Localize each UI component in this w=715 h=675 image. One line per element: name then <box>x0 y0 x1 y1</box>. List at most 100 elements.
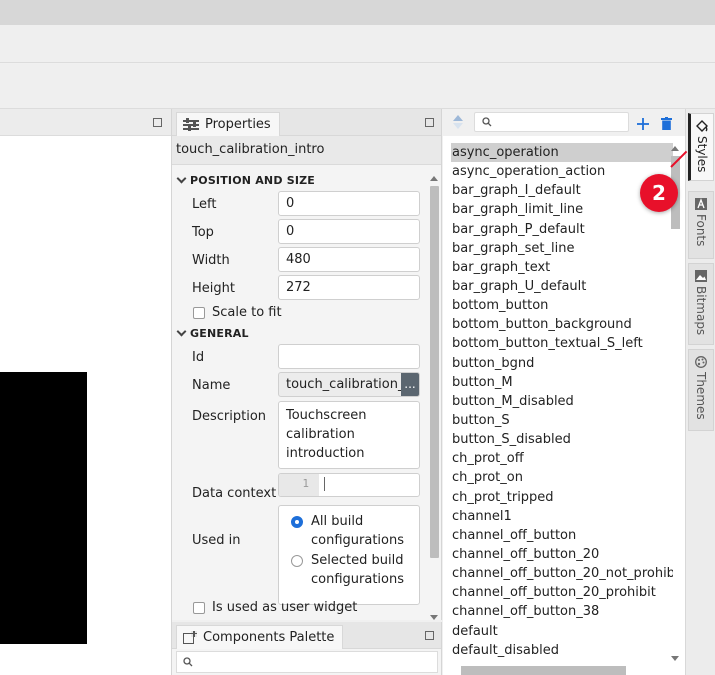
section-position-size[interactable]: POSITION AND SIZE <box>176 173 315 187</box>
section-general[interactable]: GENERAL <box>176 326 249 340</box>
style-list-item[interactable]: channel_off_button_38 <box>451 602 673 621</box>
section-title: GENERAL <box>190 327 249 340</box>
style-list-item[interactable]: button_S_disabled <box>451 430 673 449</box>
scroll-down-icon[interactable] <box>671 656 679 661</box>
top-label: Top <box>192 225 214 240</box>
user-widget-label: Is used as user widget <box>212 600 358 615</box>
style-list-item[interactable]: bottom_button_background <box>451 315 673 334</box>
image-icon <box>695 270 707 282</box>
used-in-group: All build configurations Selected build … <box>278 505 420 605</box>
style-list-item[interactable]: bottom_button <box>451 296 673 315</box>
id-field[interactable] <box>278 344 420 369</box>
scroll-up-icon[interactable] <box>671 146 679 151</box>
style-list-item[interactable]: bottom_button_textual_S_left <box>451 334 673 353</box>
style-list-item[interactable]: default_disabled <box>451 641 673 660</box>
tab-bitmaps[interactable]: Bitmaps <box>688 263 714 345</box>
tab-fonts[interactable]: Fonts <box>688 191 714 259</box>
styles-toolbar <box>443 109 685 136</box>
user-widget-checkbox[interactable] <box>193 602 205 614</box>
top-field[interactable]: 0 <box>278 219 420 244</box>
scroll-thumb[interactable] <box>430 186 439 558</box>
canvas-pane <box>0 109 172 675</box>
style-list-item[interactable]: ch_prot_off <box>451 449 673 468</box>
style-list-item[interactable]: channel1 <box>451 507 673 526</box>
style-list-item[interactable]: bar_graph_U_default <box>451 277 673 296</box>
palette-search-input[interactable] <box>176 651 438 673</box>
used-in-label: Used in <box>192 533 241 548</box>
data-context-label: Data context <box>192 486 277 501</box>
style-list-item[interactable]: channel_off_button_20_prohibit <box>451 583 673 602</box>
scale-to-fit-label: Scale to fit <box>212 305 282 320</box>
font-icon <box>695 198 707 210</box>
scroll-up-icon[interactable] <box>430 176 438 181</box>
all-configurations-radio[interactable] <box>291 516 303 528</box>
properties-scrollbar[interactable] <box>429 176 439 620</box>
chevron-down-icon <box>176 173 187 184</box>
delete-icon[interactable] <box>661 117 672 130</box>
style-list-item[interactable]: bar_graph_set_line <box>451 239 673 258</box>
add-component-icon <box>183 630 197 645</box>
tab-themes[interactable]: Themes <box>688 349 714 431</box>
height-label: Height <box>192 281 235 296</box>
sort-icon[interactable] <box>452 114 464 130</box>
side-tab-bar: Styles Fonts Bitmaps Themes <box>685 109 715 675</box>
search-icon <box>482 117 492 127</box>
styles-horizontal-scrollbar[interactable] <box>461 666 626 675</box>
all-configurations-label: All build configurations <box>311 514 405 548</box>
search-icon <box>183 657 193 667</box>
sliders-icon <box>183 118 199 131</box>
tab-fonts-label: Fonts <box>694 214 708 247</box>
id-label: Id <box>192 350 205 365</box>
tab-bitmaps-label: Bitmaps <box>694 286 708 336</box>
description-field[interactable]: Touchscreen calibration introduction <box>278 401 420 469</box>
tab-components-palette[interactable]: Components Palette <box>176 625 344 649</box>
tab-properties[interactable]: Properties <box>176 112 280 136</box>
style-list-item[interactable]: default <box>451 622 673 641</box>
secondary-toolbar <box>0 64 715 109</box>
scroll-down-icon[interactable] <box>430 615 438 620</box>
style-list-item[interactable]: ch_prot_on <box>451 468 673 487</box>
styles-scrollbar[interactable] <box>670 146 680 661</box>
style-list-item[interactable]: bar_graph_text <box>451 258 673 277</box>
canvas-pane-header <box>0 109 171 136</box>
page-canvas-preview[interactable] <box>0 372 87 644</box>
data-context-editor[interactable]: 1 <box>278 473 420 497</box>
style-list-item[interactable]: async_operation_action <box>451 162 673 181</box>
style-list-item[interactable]: button_M_disabled <box>451 392 673 411</box>
styles-list: async_operation async_operation_actionbar… <box>451 143 673 660</box>
scale-to-fit-checkbox[interactable] <box>193 307 205 319</box>
add-icon[interactable] <box>637 118 649 130</box>
styles-search-input[interactable] <box>474 112 629 132</box>
left-label: Left <box>192 197 217 212</box>
width-field[interactable]: 480 <box>278 247 420 272</box>
style-list-item[interactable]: button_S <box>451 411 673 430</box>
maximize-icon[interactable] <box>153 118 162 127</box>
width-label: Width <box>192 253 230 268</box>
name-field[interactable]: touch_calibration_intro ... <box>278 372 420 397</box>
style-list-item[interactable]: bar_graph_limit_line <box>451 200 673 219</box>
properties-header: Properties <box>172 109 441 136</box>
maximize-icon[interactable] <box>425 631 434 640</box>
style-list-item[interactable]: async_operation <box>451 143 673 163</box>
style-list-item[interactable]: channel_off_button <box>451 526 673 545</box>
palette-icon <box>695 356 707 368</box>
tab-styles[interactable]: Styles <box>688 113 714 181</box>
style-list-item[interactable]: button_bgnd <box>451 354 673 373</box>
left-field[interactable]: 0 <box>278 191 420 216</box>
height-field[interactable]: 272 <box>278 275 420 300</box>
paint-bucket-icon <box>696 120 708 132</box>
tab-components-label: Components Palette <box>203 630 335 645</box>
section-title: POSITION AND SIZE <box>190 174 315 187</box>
tab-properties-label: Properties <box>205 117 271 132</box>
properties-panel: Properties touch_calibration_intro POSIT… <box>172 109 442 620</box>
name-edit-button[interactable]: ... <box>401 373 419 396</box>
style-list-item[interactable]: channel_off_button_20 <box>451 545 673 564</box>
text-cursor <box>324 477 325 491</box>
style-list-item[interactable]: button_M <box>451 373 673 392</box>
style-list-item[interactable]: channel_off_button_20_not_prohibit <box>451 564 673 583</box>
step-badge: 2 <box>640 174 678 212</box>
selected-configurations-radio[interactable] <box>291 555 303 567</box>
maximize-icon[interactable] <box>425 118 434 127</box>
style-list-item[interactable]: ch_prot_tripped <box>451 488 673 507</box>
style-list-item[interactable]: bar_graph_P_default <box>451 220 673 239</box>
